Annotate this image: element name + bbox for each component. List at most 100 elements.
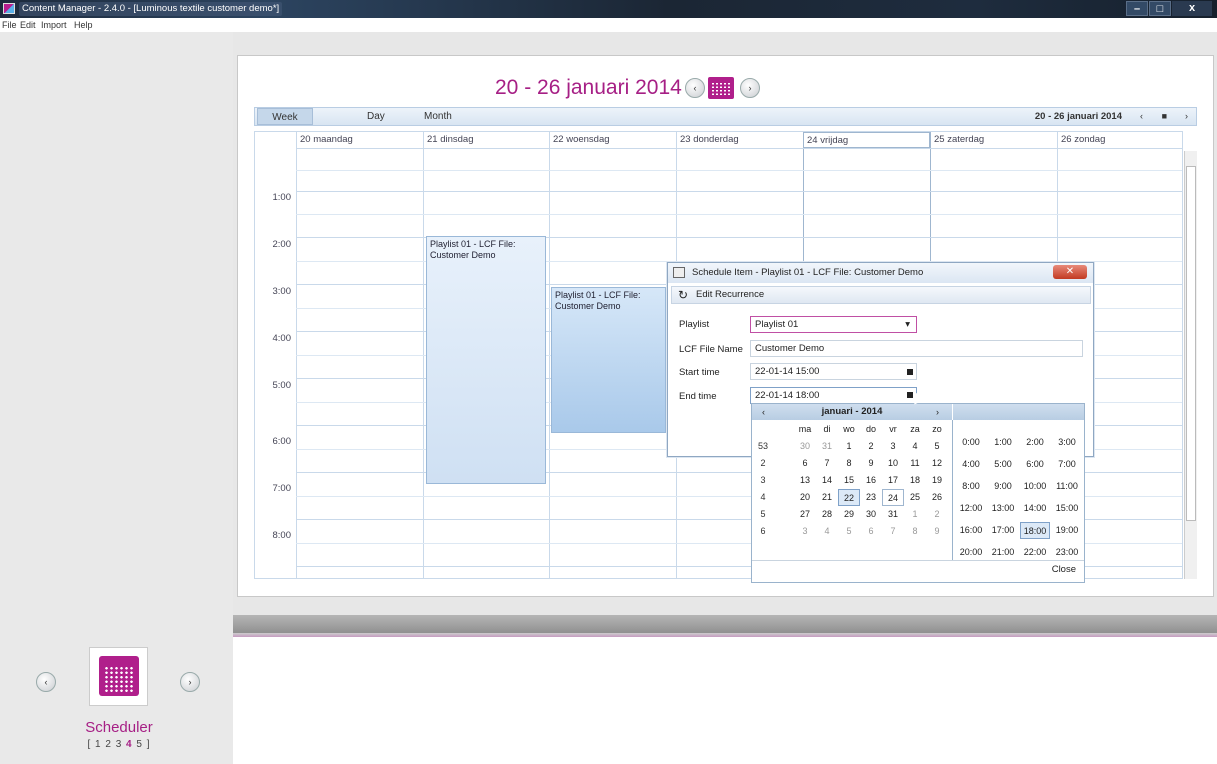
end-time-field[interactable]: 22-01-14 18:00 bbox=[750, 387, 917, 404]
day-cell[interactable]: 7 bbox=[882, 523, 904, 540]
range-today-button[interactable]: ■ bbox=[1162, 108, 1167, 125]
close-window-button[interactable]: x bbox=[1172, 1, 1212, 16]
day-cell[interactable]: 9 bbox=[860, 455, 882, 472]
day-cell[interactable]: 29 bbox=[838, 506, 860, 523]
day-cell[interactable]: 20 bbox=[794, 489, 816, 506]
time-cell[interactable]: 22:00 bbox=[1020, 544, 1050, 561]
day-cell[interactable]: 2 bbox=[860, 438, 882, 455]
time-cell[interactable]: 1:00 bbox=[988, 434, 1018, 451]
next-week-button[interactable]: › bbox=[740, 78, 760, 98]
appointment-selected[interactable]: Playlist 01 - LCF File: Customer Demo bbox=[551, 287, 666, 433]
time-cell[interactable]: 20:00 bbox=[956, 544, 986, 561]
day-cell[interactable]: 21 bbox=[816, 489, 838, 506]
appointment[interactable]: Playlist 01 - LCF File: Customer Demo bbox=[426, 236, 546, 484]
day-cell[interactable]: 9 bbox=[926, 523, 948, 540]
menu-file[interactable]: File bbox=[2, 20, 17, 30]
day-cell[interactable]: 22 bbox=[838, 489, 860, 506]
menu-edit[interactable]: Edit bbox=[20, 20, 36, 30]
time-cell[interactable]: 18:00 bbox=[1020, 522, 1050, 539]
minimize-button[interactable]: – bbox=[1126, 1, 1148, 16]
time-cell[interactable]: 17:00 bbox=[988, 522, 1018, 539]
time-cell[interactable]: 10:00 bbox=[1020, 478, 1050, 495]
day-cell[interactable]: 31 bbox=[882, 506, 904, 523]
day-cell[interactable]: 26 bbox=[926, 489, 948, 506]
next-month-button[interactable]: › bbox=[936, 404, 939, 420]
time-cell[interactable]: 5:00 bbox=[988, 456, 1018, 473]
day-cell[interactable]: 11 bbox=[904, 455, 926, 472]
day-cell[interactable]: 14 bbox=[816, 472, 838, 489]
menu-import[interactable]: Import bbox=[41, 20, 67, 30]
day-cell[interactable]: 30 bbox=[860, 506, 882, 523]
playlist-select[interactable]: Playlist 01 ▾ bbox=[750, 316, 917, 333]
day-cell[interactable]: 31 bbox=[816, 438, 838, 455]
maximize-button[interactable]: □ bbox=[1149, 1, 1171, 16]
picker-close-button[interactable]: Close bbox=[1052, 564, 1076, 575]
day-cell[interactable]: 23 bbox=[860, 489, 882, 506]
scheduler-module[interactable]: Scheduler [ 1 2 3 4 5 ] bbox=[63, 647, 175, 752]
grid-scrollbar[interactable] bbox=[1184, 151, 1197, 579]
lcf-file-field[interactable]: Customer Demo bbox=[750, 340, 1083, 357]
tab-day[interactable]: Day bbox=[367, 108, 385, 125]
day-cell[interactable]: 10 bbox=[882, 455, 904, 472]
calendar-icon[interactable] bbox=[708, 77, 734, 99]
time-cell[interactable]: 8:00 bbox=[956, 478, 986, 495]
day-cell[interactable]: 4 bbox=[816, 523, 838, 540]
module-next-button[interactable]: › bbox=[180, 672, 200, 692]
day-cell[interactable]: 18 bbox=[904, 472, 926, 489]
time-cell[interactable]: 16:00 bbox=[956, 522, 986, 539]
day-cell[interactable]: 16 bbox=[860, 472, 882, 489]
time-cell[interactable]: 21:00 bbox=[988, 544, 1018, 561]
time-cell[interactable]: 6:00 bbox=[1020, 456, 1050, 473]
range-prev-button[interactable]: ‹ bbox=[1140, 108, 1143, 125]
start-time-field[interactable]: 22-01-14 15:00 bbox=[750, 363, 917, 380]
time-cell[interactable]: 0:00 bbox=[956, 434, 986, 451]
time-cell[interactable]: 23:00 bbox=[1052, 544, 1082, 561]
day-cell[interactable]: 25 bbox=[904, 489, 926, 506]
pager-pages[interactable]: 5 ] bbox=[133, 739, 151, 750]
time-cell[interactable]: 13:00 bbox=[988, 500, 1018, 517]
day-cell[interactable]: 8 bbox=[838, 455, 860, 472]
day-cell[interactable]: 17 bbox=[882, 472, 904, 489]
pager-pages[interactable]: [ 1 2 3 bbox=[87, 739, 126, 750]
day-cell[interactable]: 12 bbox=[926, 455, 948, 472]
day-cell[interactable]: 27 bbox=[794, 506, 816, 523]
time-cell[interactable]: 15:00 bbox=[1052, 500, 1082, 517]
day-cell[interactable]: 8 bbox=[904, 523, 926, 540]
day-cell[interactable]: 30 bbox=[794, 438, 816, 455]
time-cell[interactable]: 11:00 bbox=[1052, 478, 1082, 495]
day-cell[interactable]: 1 bbox=[838, 438, 860, 455]
day-cell[interactable]: 5 bbox=[926, 438, 948, 455]
time-cell[interactable]: 2:00 bbox=[1020, 434, 1050, 451]
day-cell[interactable]: 5 bbox=[838, 523, 860, 540]
day-cell[interactable]: 24 bbox=[882, 489, 904, 506]
time-cell[interactable]: 12:00 bbox=[956, 500, 986, 517]
day-cell[interactable]: 2 bbox=[926, 506, 948, 523]
day-cell[interactable]: 28 bbox=[816, 506, 838, 523]
day-cell[interactable]: 7 bbox=[816, 455, 838, 472]
dialog-close-button[interactable]: ✕ bbox=[1053, 265, 1087, 279]
time-cell[interactable]: 3:00 bbox=[1052, 434, 1082, 451]
scheduler-tile[interactable] bbox=[89, 647, 148, 706]
time-cell[interactable]: 14:00 bbox=[1020, 500, 1050, 517]
module-prev-button[interactable]: ‹ bbox=[36, 672, 56, 692]
calendar-picker-icon[interactable] bbox=[907, 369, 913, 375]
range-next-button[interactable]: › bbox=[1185, 108, 1188, 125]
day-cell[interactable]: 6 bbox=[794, 455, 816, 472]
day-cell[interactable]: 19 bbox=[926, 472, 948, 489]
day-cell[interactable]: 3 bbox=[794, 523, 816, 540]
edit-recurrence-button[interactable]: ↻ Edit Recurrence bbox=[671, 286, 1091, 304]
day-cell[interactable]: 3 bbox=[882, 438, 904, 455]
prev-week-button[interactable]: ‹ bbox=[685, 78, 705, 98]
tab-month[interactable]: Month bbox=[424, 108, 452, 125]
time-cell[interactable]: 9:00 bbox=[988, 478, 1018, 495]
day-cell[interactable]: 15 bbox=[838, 472, 860, 489]
scroll-thumb[interactable] bbox=[1186, 166, 1196, 521]
time-cell[interactable]: 19:00 bbox=[1052, 522, 1082, 539]
prev-month-button[interactable]: ‹ bbox=[762, 404, 765, 420]
time-cell[interactable]: 7:00 bbox=[1052, 456, 1082, 473]
day-cell[interactable]: 13 bbox=[794, 472, 816, 489]
day-cell[interactable]: 6 bbox=[860, 523, 882, 540]
menu-help[interactable]: Help bbox=[74, 20, 93, 30]
day-cell[interactable]: 4 bbox=[904, 438, 926, 455]
tab-week[interactable]: Week bbox=[257, 108, 313, 125]
